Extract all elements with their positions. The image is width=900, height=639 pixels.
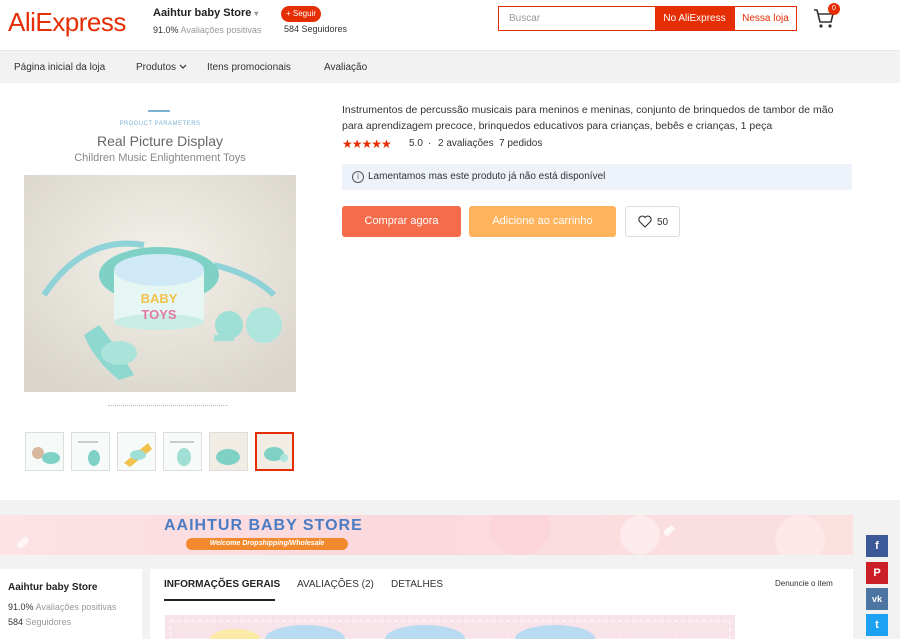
store-name-text[interactable]: Aaihtur baby Store	[153, 7, 251, 19]
banner-subtitle: Welcome Dropshipping/Wholesale	[186, 538, 348, 550]
aliexpress-logo[interactable]: AliExpress	[8, 7, 126, 38]
twitter-share-icon[interactable]: t	[866, 614, 888, 636]
product-title: Instrumentos de percussão musicais para …	[342, 104, 834, 132]
positive-label: Avaliações positivas	[180, 25, 262, 35]
nav-products[interactable]: Produtos	[136, 62, 187, 73]
chevron-down-icon[interactable]: ▾	[254, 9, 258, 18]
thumbnail[interactable]	[163, 432, 202, 471]
tab-details[interactable]: DETALHES	[391, 579, 443, 590]
store-nav: Página inicial da loja Produtos Itens pr…	[0, 50, 900, 83]
store-positive-rating: 91.0% Avaliações positivas	[8, 602, 116, 612]
wishlist-count: 50	[657, 217, 669, 228]
followers-label: Seguidores	[25, 617, 72, 627]
notice-text: Lamentamos mas este produto já não está …	[368, 171, 606, 182]
toy-text-toys: TOYS	[141, 307, 176, 322]
info-icon: i	[352, 171, 364, 183]
star-rating-icon: ★★★★★	[342, 137, 392, 151]
store-name[interactable]: Aaihtur baby Store	[8, 582, 97, 593]
nav-reviews[interactable]: Avaliação	[324, 62, 367, 73]
thumbnail[interactable]	[25, 432, 64, 471]
tab-reviews[interactable]: AVALIAÇÕES (2)	[297, 579, 374, 590]
orders-count: 7 pedidos	[499, 138, 543, 149]
banner-title: AAIHTUR BABY STORE	[164, 517, 363, 534]
thumbnail[interactable]	[71, 432, 110, 471]
image-subtitle: Children Music Enlightenment Toys	[74, 152, 246, 164]
followers-count: 584 Seguidores	[284, 24, 348, 34]
reviews-link[interactable]: 2 avaliações	[438, 138, 494, 149]
rating-value: 5.0	[409, 138, 423, 149]
product-photo[interactable]: BABY TOYS	[24, 175, 296, 392]
divider	[148, 110, 170, 112]
nav-store-home[interactable]: Página inicial da loja	[14, 62, 105, 73]
vk-share-icon[interactable]: vk	[866, 588, 888, 610]
store-name[interactable]: Aaihtur baby Store ▾	[153, 7, 258, 19]
store-followers: 584 Seguidores	[8, 617, 71, 627]
nav-promotions[interactable]: Itens promocionais	[207, 62, 291, 73]
add-to-cart-button[interactable]: Adicione ao carrinho	[469, 206, 616, 237]
facebook-share-icon[interactable]: f	[866, 535, 888, 557]
unavailable-notice: i Lamentamos mas este produto já não est…	[342, 164, 852, 190]
separator: ·	[428, 138, 432, 149]
wishlist-button[interactable]: 50	[625, 206, 680, 237]
buy-now-button[interactable]: Comprar agora	[342, 206, 461, 237]
store-banner[interactable]	[0, 515, 853, 555]
image-title: Real Picture Display	[96, 133, 224, 149]
store-info-card: Aaihtur baby Store 91.0% Avaliações posi…	[0, 569, 142, 639]
positive-pct: 91.0%	[153, 25, 179, 35]
toy-text-baby: BABY	[141, 291, 178, 306]
tab-overview[interactable]: INFORMAÇÕES GERAIS	[164, 579, 280, 590]
report-item-link[interactable]: Denuncie o item	[775, 579, 833, 588]
image-label: PRODUCT PARAMETERS	[119, 121, 201, 127]
thumbnail-selected[interactable]	[255, 432, 294, 471]
nav-products-label[interactable]: Produtos	[136, 62, 176, 73]
chevron-down-icon	[179, 64, 187, 69]
banner-decoration	[17, 515, 825, 555]
active-tab-indicator	[164, 599, 275, 601]
positive-pct: 91.0%	[8, 602, 34, 612]
search-store-button[interactable]: Nessa loja	[734, 6, 797, 31]
positive-label: Avaliações positivas	[35, 602, 117, 612]
description-image	[165, 615, 735, 639]
divider	[108, 405, 228, 407]
followers-count: 584	[8, 617, 24, 627]
top-header: AliExpress Aaihtur baby Store ▾ 91.0% Ava…	[0, 0, 900, 50]
heart-icon	[638, 215, 652, 228]
thumbnail[interactable]	[209, 432, 248, 471]
pinterest-share-icon[interactable]: P	[866, 562, 888, 584]
product-tabs: INFORMAÇÕES GERAIS AVALIAÇÕES (2) DETALH…	[150, 569, 853, 639]
thumbnail[interactable]	[117, 432, 156, 471]
cart-count-badge: 0	[828, 3, 840, 15]
search-aliexpress-button[interactable]: No AliExpress	[655, 6, 734, 31]
follow-button[interactable]: + Seguir	[281, 6, 322, 22]
search-input[interactable]: Buscar	[498, 6, 656, 31]
store-positive-rating: 91.0% Avaliações positivas	[153, 25, 261, 35]
